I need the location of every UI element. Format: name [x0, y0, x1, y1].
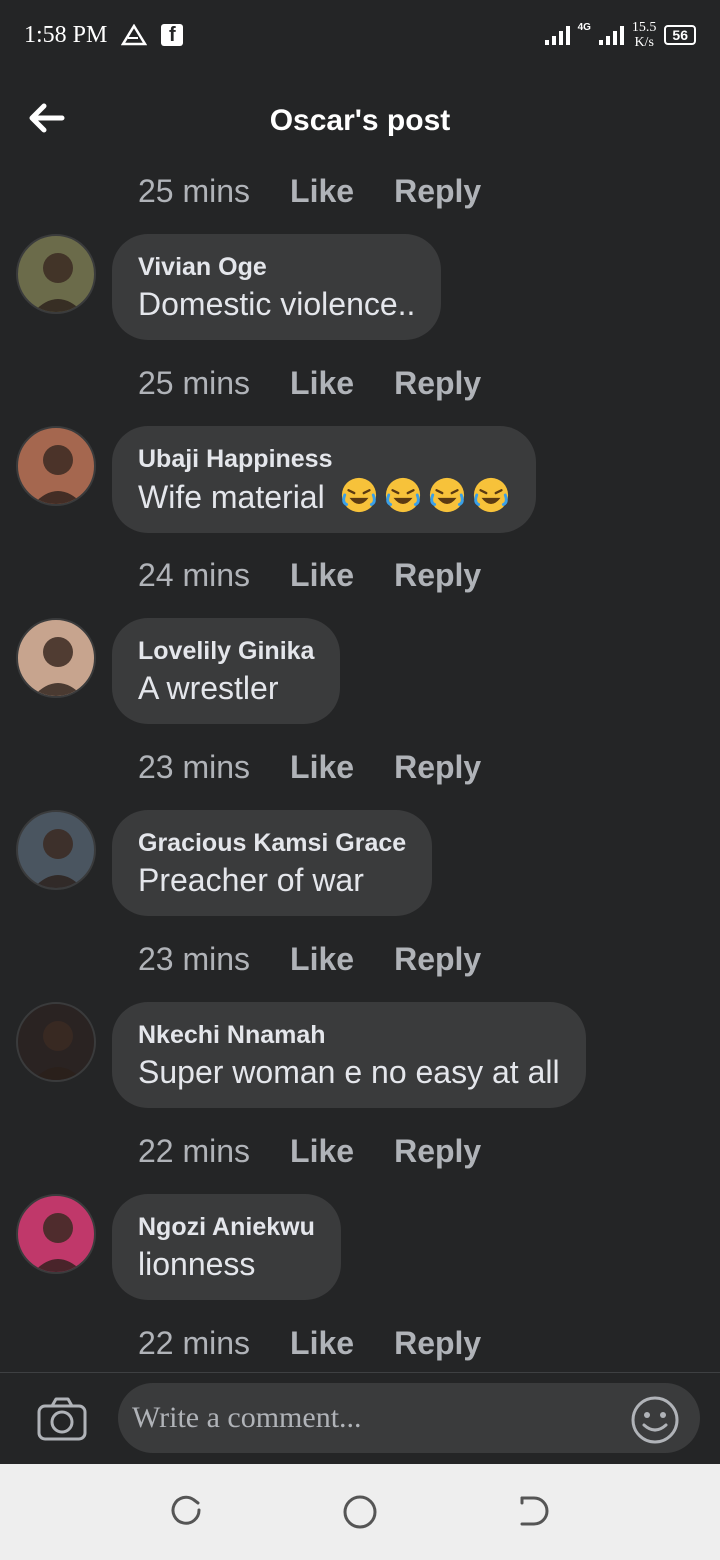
signal-icon — [544, 25, 570, 45]
comment-time: 25 mins — [138, 172, 251, 209]
comment-time: 24 mins — [138, 556, 251, 593]
comment-actions: 25 mins Like Reply — [0, 160, 720, 222]
reply-button[interactable]: Reply — [394, 941, 481, 978]
comment-time: 23 mins — [138, 748, 251, 785]
avatar[interactable] — [16, 810, 96, 890]
comment-bubble[interactable]: Ubaji Happiness Wife material — [112, 426, 536, 533]
like-button[interactable]: Like — [290, 941, 354, 978]
comment-bubble[interactable]: Vivian Oge Domestic violence.. — [112, 234, 442, 340]
avatar[interactable] — [16, 234, 96, 314]
like-button[interactable]: Like — [290, 1133, 354, 1170]
comment-time: 23 mins — [138, 940, 251, 977]
commenter-name[interactable]: Nkechi Nnamah — [138, 1018, 560, 1052]
comment-bubble[interactable]: Nkechi Nnamah Super woman e no easy at a… — [112, 1002, 586, 1108]
commenter-name[interactable]: Ngozi Aniekwu — [138, 1210, 315, 1244]
comment-text: Domestic violence.. — [138, 286, 416, 322]
comment-item: Lovelily Ginika A wrestler — [0, 606, 720, 736]
comment-item: Gracious Kamsi Grace Preacher of war — [0, 798, 720, 928]
like-button[interactable]: Like — [290, 173, 354, 210]
reply-button[interactable]: Reply — [394, 749, 481, 786]
comment-text: Super woman e no easy at all — [138, 1054, 560, 1090]
signal-icon — [598, 25, 624, 45]
avatar[interactable] — [16, 618, 96, 698]
comment-item: Vivian Oge Domestic violence.. — [0, 222, 720, 352]
smiley-icon[interactable] — [630, 1395, 680, 1445]
like-button[interactable]: Like — [290, 557, 354, 594]
comment-bubble[interactable]: Gracious Kamsi Grace Preacher of war — [112, 810, 433, 916]
camera-icon[interactable] — [36, 1396, 88, 1442]
comment-time: 22 mins — [138, 1132, 251, 1169]
comment-text: A wrestler — [138, 670, 279, 706]
home-icon[interactable] — [338, 1490, 382, 1534]
commenter-name[interactable]: Lovelily Ginika — [138, 634, 314, 668]
recent-apps-icon[interactable] — [164, 1490, 208, 1534]
reply-button[interactable]: Reply — [394, 1133, 481, 1170]
header: Oscar's post — [0, 86, 720, 158]
alert-triangle-icon — [121, 24, 148, 46]
network-speed: 15.5 K/s — [632, 20, 657, 50]
comment-input[interactable] — [118, 1383, 700, 1453]
avatar[interactable] — [16, 1194, 96, 1274]
speed-value: 15.5 — [631, 20, 657, 35]
comment-bubble[interactable]: Ngozi Aniekwu lionness — [112, 1194, 341, 1300]
comment-time: 22 mins — [138, 1324, 251, 1361]
comment-actions: 22 mins Like Reply — [0, 1312, 720, 1374]
like-button[interactable]: Like — [290, 1325, 354, 1362]
rolling-laughing-emoji — [385, 477, 420, 513]
page-title: Oscar's post — [269, 104, 451, 137]
comment-text-row: Wife material — [138, 476, 510, 517]
speed-unit: K/s — [634, 35, 654, 50]
system-nav-bar — [0, 1464, 720, 1560]
commenter-name[interactable]: Vivian Oge — [138, 250, 415, 284]
comment-item: Nkechi Nnamah Super woman e no easy at a… — [0, 990, 720, 1120]
comment-time: 25 mins — [138, 364, 251, 401]
status-time: 1:58 PM — [24, 21, 108, 48]
comment-actions: 23 mins Like Reply — [0, 736, 720, 798]
rolling-laughing-emoji — [341, 477, 376, 513]
like-button[interactable]: Like — [290, 749, 354, 786]
comment-text: Wife material — [138, 479, 334, 515]
comment-actions: 23 mins Like Reply — [0, 928, 720, 990]
comment-item: Ubaji Happiness Wife material — [0, 414, 720, 544]
avatar[interactable] — [16, 1002, 96, 1082]
comment-item: Ngozi Aniekwu lionness — [0, 1182, 720, 1312]
comment-composer — [0, 1372, 720, 1464]
comment-bubble[interactable]: Lovelily Ginika A wrestler — [112, 618, 341, 724]
status-bar: 1:58 PM f 4G 15.5 K/s 56 — [0, 0, 720, 70]
comment-text: Preacher of war — [138, 862, 364, 898]
avatar[interactable] — [16, 426, 96, 506]
emoji-row — [334, 477, 510, 515]
reply-button[interactable]: Reply — [394, 173, 481, 210]
reply-button[interactable]: Reply — [394, 1325, 481, 1362]
comment-actions: 24 mins Like Reply — [0, 544, 720, 606]
comment-actions: 22 mins Like Reply — [0, 1120, 720, 1182]
battery-icon: 56 — [664, 25, 696, 45]
comment-text: lionness — [138, 1246, 256, 1282]
back-icon[interactable] — [510, 1490, 554, 1534]
commenter-name[interactable]: Ubaji Happiness — [138, 442, 510, 476]
rolling-laughing-emoji — [473, 477, 508, 513]
reply-button[interactable]: Reply — [394, 557, 481, 594]
commenter-name[interactable]: Gracious Kamsi Grace — [138, 826, 406, 860]
comment-list: 25 mins Like Reply Vivian Oge Domestic v… — [0, 160, 720, 1374]
rolling-laughing-emoji — [429, 477, 464, 513]
comment-actions: 25 mins Like Reply — [0, 352, 720, 414]
network-type: 4G — [577, 21, 591, 33]
like-button[interactable]: Like — [290, 365, 354, 402]
reply-button[interactable]: Reply — [394, 365, 481, 402]
facebook-icon: f — [161, 24, 184, 46]
